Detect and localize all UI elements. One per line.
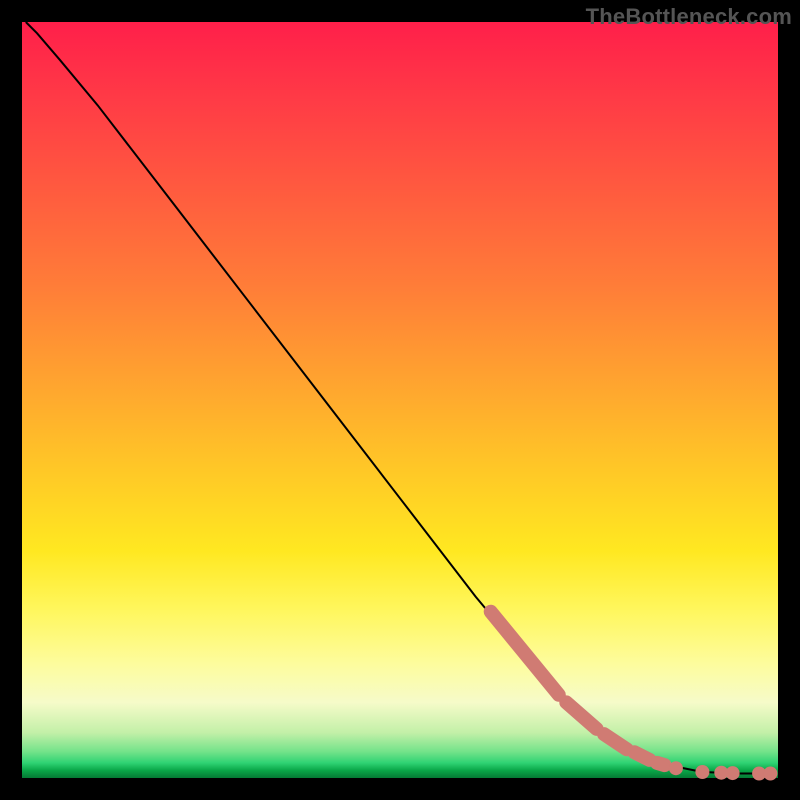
highlight-dot (726, 766, 740, 780)
highlight-dot (763, 767, 777, 781)
highlight-segment (657, 763, 665, 765)
bottleneck-curve (26, 22, 774, 774)
highlight-dots (669, 761, 778, 780)
highlight-dot (695, 765, 709, 779)
highlight-segments (491, 612, 665, 765)
highlight-dot (669, 761, 683, 775)
highlight-segment (566, 702, 596, 729)
chart-overlay (22, 22, 778, 778)
highlight-segment (634, 752, 649, 760)
chart-container: TheBottleneck.com (0, 0, 800, 800)
watermark-text: TheBottleneck.com (586, 4, 792, 30)
highlight-segment (604, 734, 627, 749)
highlight-segment (491, 612, 559, 695)
